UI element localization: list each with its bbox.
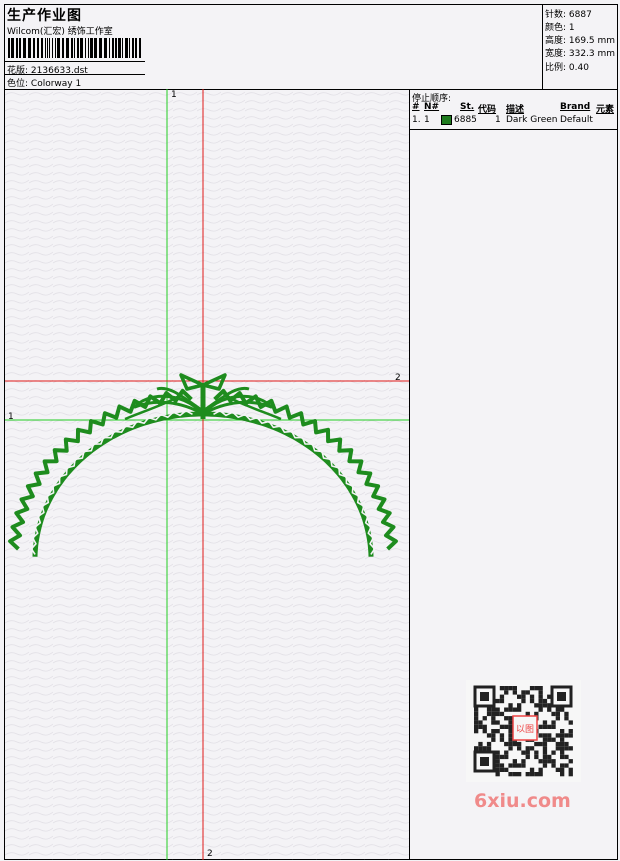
stitch-count: 针数: 6887 xyxy=(545,10,592,20)
column-header: St. xyxy=(460,102,475,112)
row-needle: 1 xyxy=(424,115,430,125)
design-width: 宽度: 332.3 mm xyxy=(545,49,616,59)
row-stitches: 6885 xyxy=(454,115,477,125)
table-row: 1. 1 6885 1 Dark Green Default xyxy=(410,115,617,127)
stop-sequence-header: # N# St. 代码 描述 Brand 元素 xyxy=(410,102,617,115)
row-index: 1. xyxy=(412,115,421,125)
header-info: 生产作业图 Wilcom(汇宏) 绣饰工作室 花版: 2136633.dst 色… xyxy=(5,5,542,89)
row-description: Dark Green xyxy=(506,115,558,125)
divider xyxy=(5,61,145,62)
column-header: # xyxy=(412,102,420,112)
stats-box: 针数: 6887 颜色: 1 高度: 169.5 mm 宽度: 332.3 mm… xyxy=(542,5,618,89)
qr-code: 以图 xyxy=(473,685,573,777)
watermark-text: 6xiu.com xyxy=(474,790,571,812)
column-header: 描述 xyxy=(506,105,525,115)
studio-name: Wilcom(汇宏) 绣饰工作室 xyxy=(7,27,113,37)
green-vertical-axis-label: 1 xyxy=(171,90,177,100)
row-color-swatch xyxy=(441,115,454,127)
colorway-value: Colorway 1 xyxy=(30,79,82,89)
page-title: 生产作业图 xyxy=(7,8,82,24)
column-header: Brand xyxy=(560,102,591,112)
worksheet-header: 生产作业图 Wilcom(汇宏) 绣饰工作室 花版: 2136633.dst 色… xyxy=(5,5,617,90)
thread-color-swatch xyxy=(441,115,452,125)
red-vertical-axis-label: 2 xyxy=(207,849,213,859)
row-brand: Default xyxy=(560,115,593,125)
column-header: 元素 xyxy=(596,105,615,115)
barcode xyxy=(8,38,141,58)
design-scale: 比例: 0.40 xyxy=(545,63,589,73)
color-count: 颜色: 1 xyxy=(545,23,575,33)
column-header: 代码 xyxy=(478,105,497,115)
colorway-line: 色位: Colorway 1 xyxy=(7,76,81,89)
design-height: 高度: 169.5 mm xyxy=(545,36,616,46)
column-header: N# xyxy=(424,102,440,112)
colorway-label: 色位: xyxy=(7,79,29,89)
red-horizontal-axis-label: 2 xyxy=(395,373,401,383)
row-code: 1 xyxy=(495,115,501,125)
design-canvas: 1 1 2 2 xyxy=(5,89,410,860)
divider xyxy=(5,74,145,75)
stamp-text: 以图 xyxy=(516,724,534,735)
green-horizontal-axis-label: 1 xyxy=(8,412,14,422)
embroidery-preview xyxy=(5,89,409,860)
divider xyxy=(410,129,617,130)
qr-code-watermark: 以图 xyxy=(466,680,581,782)
